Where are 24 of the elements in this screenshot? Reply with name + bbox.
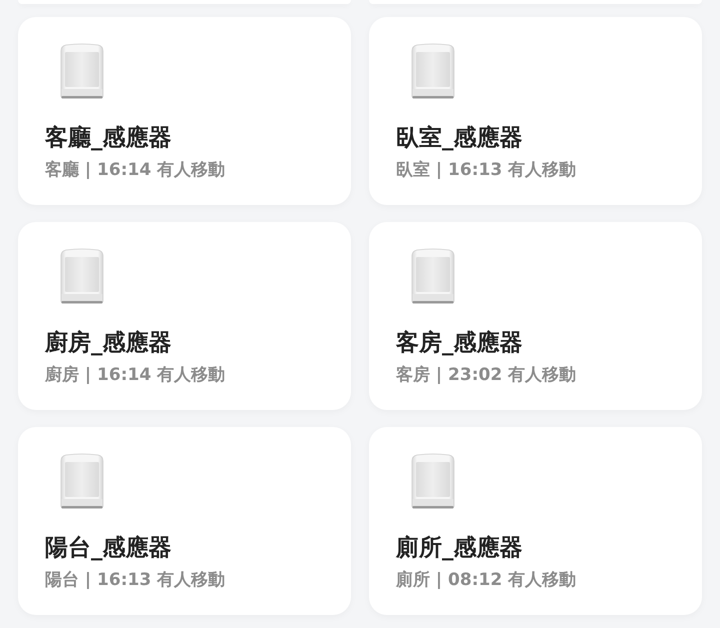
device-name: 客廳_感應器: [45, 124, 172, 152]
motion-sensor-icon: [60, 43, 104, 99]
device-name: 臥室_感應器: [396, 124, 522, 152]
device-card[interactable]: 客廳_感應器 客廳 | 16:14 有人移動: [18, 17, 351, 205]
device-name: 廚房_感應器: [45, 329, 172, 357]
motion-sensor-icon: [411, 453, 455, 509]
device-status: 臥室 | 16:13 有人移動: [396, 159, 576, 181]
device-name: 廁所_感應器: [396, 534, 522, 562]
device-card[interactable]: 陽台_感應器 陽台 | 16:13 有人移動: [18, 427, 351, 615]
device-status: 客廳 | 16:14 有人移動: [45, 159, 226, 181]
motion-sensor-icon: [60, 248, 104, 304]
device-status: 陽台 | 16:13 有人移動: [45, 569, 226, 591]
device-card[interactable]: 客房_感應器 客房 | 23:02 有人移動: [369, 222, 702, 410]
device-name: 客房_感應器: [396, 329, 522, 357]
device-status: 廚房 | 16:14 有人移動: [45, 364, 226, 386]
motion-sensor-icon: [411, 248, 455, 304]
device-status: 客房 | 23:02 有人移動: [396, 364, 576, 386]
device-card[interactable]: 廁所_感應器 廁所 | 08:12 有人移動: [369, 427, 702, 615]
device-status: 廁所 | 08:12 有人移動: [396, 569, 576, 591]
device-card[interactable]: 廚房_感應器 廚房 | 16:14 有人移動: [18, 222, 351, 410]
motion-sensor-icon: [411, 43, 455, 99]
device-card[interactable]: 臥室_感應器 臥室 | 16:13 有人移動: [369, 17, 702, 205]
motion-sensor-icon: [60, 453, 104, 509]
device-name: 陽台_感應器: [45, 534, 172, 562]
